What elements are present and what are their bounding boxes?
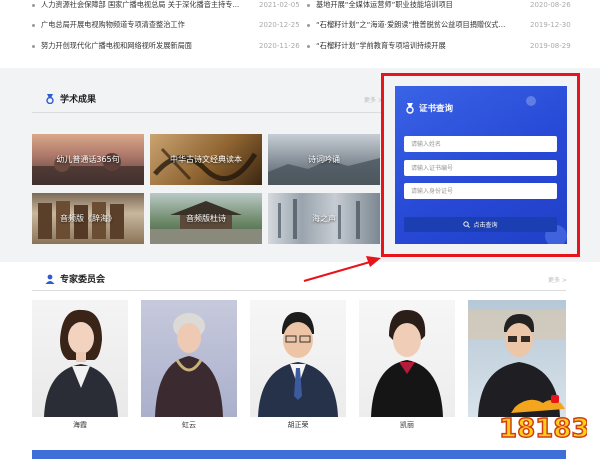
expert-name: 虹云	[182, 421, 196, 429]
divider	[32, 290, 566, 291]
expert-photo[interactable]	[32, 300, 128, 417]
portrait-image	[258, 312, 338, 417]
portrait-image	[44, 309, 118, 417]
bottom-banner	[32, 450, 566, 459]
expert-photo[interactable]	[250, 300, 346, 417]
expert-name: 凯丽	[400, 421, 414, 429]
user-icon	[45, 274, 55, 284]
portrait-image	[155, 313, 223, 417]
watermark-logo-graphic: 18183	[498, 395, 590, 445]
experts-title: 专家委员会	[60, 275, 106, 285]
expert-name: 胡正荣	[287, 421, 309, 429]
expert-photo[interactable]	[359, 300, 455, 417]
portrait-image	[371, 310, 443, 417]
watermark-logo: 18183	[495, 393, 590, 445]
watermark-text: 18183	[499, 414, 587, 444]
expert-photo[interactable]	[141, 300, 237, 417]
experts-more-link[interactable]: 更多 >	[548, 275, 567, 284]
expert-name: 海霞	[73, 421, 87, 429]
experts-header: 专家委员会	[45, 272, 105, 285]
